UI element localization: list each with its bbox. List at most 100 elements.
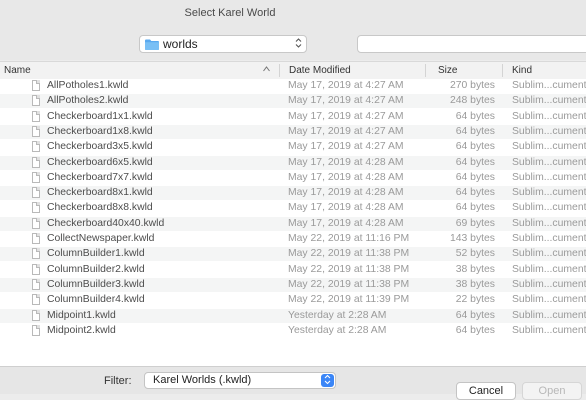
file-size: 22 bytes [455, 294, 495, 306]
file-row[interactable]: CollectNewspaper.kwld May 22, 2019 at 11:… [0, 232, 586, 246]
file-row[interactable]: Checkerboard1x1.kwld May 17, 2019 at 4:27… [0, 110, 586, 124]
column-divider[interactable] [502, 64, 503, 77]
document-icon [32, 95, 40, 107]
title-bar: Select Karel World [0, 0, 586, 30]
file-date: May 17, 2019 at 4:27 AM [288, 110, 404, 122]
file-kind: Sublim...cument [512, 233, 586, 244]
column-header-date[interactable]: Date Modified [289, 65, 351, 76]
file-size: 64 bytes [455, 110, 495, 122]
file-size: 64 bytes [455, 141, 495, 153]
document-icon [32, 187, 40, 199]
file-row[interactable]: Checkerboard8x8.kwld May 17, 2019 at 4:28… [0, 201, 586, 215]
file-row[interactable]: Checkerboard8x1.kwld May 17, 2019 at 4:28… [0, 186, 586, 201]
file-kind: Sublim...cument [512, 141, 586, 153]
file-name: Checkerboard8x1.kwld [47, 187, 153, 199]
file-date: May 17, 2019 at 4:27 AM [288, 95, 404, 107]
file-row[interactable]: Checkerboard40x40.kwld May 17, 2019 at 4:… [0, 216, 586, 231]
document-icon [32, 156, 40, 168]
window-title: Select Karel World [184, 7, 276, 19]
file-kind: Sublim...cument [512, 278, 586, 290]
location-popup[interactable]: worlds [139, 35, 307, 53]
file-row[interactable]: ColumnBuilder3.kwld May 22, 2019 at 11:38… [0, 277, 586, 292]
file-kind: Sublim...cument [512, 80, 586, 91]
file-name: AllPotholes2.kwld [47, 95, 129, 107]
file-size: 64 bytes [455, 156, 495, 168]
file-kind: Sublim...cument [512, 171, 586, 183]
chevron-updown-icon [295, 37, 302, 54]
file-row[interactable]: ColumnBuilder2.kwld May 22, 2019 at 11:38… [0, 263, 586, 277]
file-size: 64 bytes [455, 125, 495, 137]
column-divider[interactable] [279, 64, 280, 77]
file-kind: Sublim...cument [512, 324, 586, 336]
document-icon [32, 80, 40, 91]
file-name: Midpoint2.kwld [47, 324, 116, 336]
file-name: CollectNewspaper.kwld [47, 233, 155, 244]
document-icon [32, 233, 40, 244]
file-row[interactable]: Midpoint2.kwld Yesterday at 2:28 AM 64 byt… [0, 324, 586, 338]
file-row[interactable]: AllPotholes2.kwld May 17, 2019 at 4:27 AM… [0, 94, 586, 109]
file-row[interactable]: ColumnBuilder1.kwld May 22, 2019 at 11:38… [0, 247, 586, 262]
file-kind: Sublim...cument [512, 156, 586, 168]
file-date: Yesterday at 2:28 AM [288, 324, 387, 336]
document-icon [32, 125, 40, 137]
file-name: ColumnBuilder1.kwld [47, 248, 145, 260]
cancel-button[interactable]: Cancel [456, 382, 516, 400]
file-kind: Sublim...cument [512, 202, 586, 214]
file-row[interactable]: Checkerboard6x5.kwld May 17, 2019 at 4:28… [0, 155, 586, 170]
sort-ascending-icon[interactable] [263, 65, 270, 74]
file-kind: Sublim...cument [512, 309, 586, 321]
file-name: ColumnBuilder4.kwld [47, 294, 145, 306]
file-row[interactable]: AllPotholes1.kwld May 17, 2019 at 4:27 AM… [0, 79, 586, 93]
file-list[interactable]: AllPotholes1.kwld May 17, 2019 at 4:27 AM… [0, 79, 586, 366]
document-icon [32, 141, 40, 153]
filter-popup[interactable]: Karel Worlds (.kwld) [144, 372, 336, 389]
document-icon [32, 263, 40, 275]
file-date: May 17, 2019 at 4:28 AM [288, 202, 404, 214]
file-row[interactable]: ColumnBuilder4.kwld May 22, 2019 at 11:39… [0, 293, 586, 307]
file-size: 38 bytes [455, 278, 495, 290]
file-name: Midpoint1.kwld [47, 309, 116, 321]
file-date: May 17, 2019 at 4:27 AM [288, 80, 404, 91]
document-icon [32, 278, 40, 290]
file-date: May 17, 2019 at 4:28 AM [288, 187, 404, 199]
file-date: May 22, 2019 at 11:39 PM [288, 294, 410, 306]
file-row[interactable]: Checkerboard3x5.kwld May 17, 2019 at 4:27… [0, 140, 586, 154]
file-name: Checkerboard6x5.kwld [47, 156, 153, 168]
file-name: Checkerboard1x1.kwld [47, 110, 153, 122]
file-name: Checkerboard8x8.kwld [47, 202, 153, 214]
document-icon [32, 294, 40, 306]
file-size: 52 bytes [455, 248, 495, 260]
column-header-size[interactable]: Size [438, 65, 457, 76]
search-field[interactable] [357, 35, 586, 53]
file-date: May 17, 2019 at 4:27 AM [288, 141, 404, 153]
file-row[interactable]: Checkerboard7x7.kwld May 17, 2019 at 4:28… [0, 171, 586, 185]
column-header-kind[interactable]: Kind [512, 65, 532, 76]
document-icon [32, 309, 40, 321]
file-name: ColumnBuilder2.kwld [47, 263, 145, 275]
file-kind: Sublim...cument [512, 217, 586, 229]
file-size: 64 bytes [455, 187, 495, 199]
file-size: 69 bytes [455, 217, 495, 229]
folder-icon [145, 39, 159, 50]
file-date: May 22, 2019 at 11:38 PM [288, 263, 410, 275]
file-row[interactable]: Midpoint1.kwld Yesterday at 2:28 AM 64 byt… [0, 308, 586, 323]
file-name: Checkerboard3x5.kwld [47, 141, 153, 153]
file-size: 64 bytes [455, 324, 495, 336]
file-date: May 17, 2019 at 4:27 AM [288, 125, 404, 137]
file-date: May 22, 2019 at 11:16 PM [288, 233, 410, 244]
chevron-updown-icon [321, 374, 334, 387]
file-size: 64 bytes [455, 202, 495, 214]
file-name: AllPotholes1.kwld [47, 80, 129, 91]
column-divider[interactable] [425, 64, 426, 77]
location-label: worlds [163, 37, 198, 51]
file-date: May 17, 2019 at 4:28 AM [288, 217, 404, 229]
file-kind: Sublim...cument [512, 294, 586, 306]
file-kind: Sublim...cument [512, 125, 586, 137]
open-button[interactable]: Open [522, 382, 582, 400]
filter-label: Filter: [104, 375, 132, 387]
file-size: 248 bytes [449, 95, 495, 107]
document-icon [32, 217, 40, 229]
column-header-name[interactable]: Name [4, 65, 31, 76]
file-date: May 17, 2019 at 4:28 AM [288, 156, 404, 168]
file-row[interactable]: Checkerboard1x8.kwld May 17, 2019 at 4:27… [0, 124, 586, 139]
